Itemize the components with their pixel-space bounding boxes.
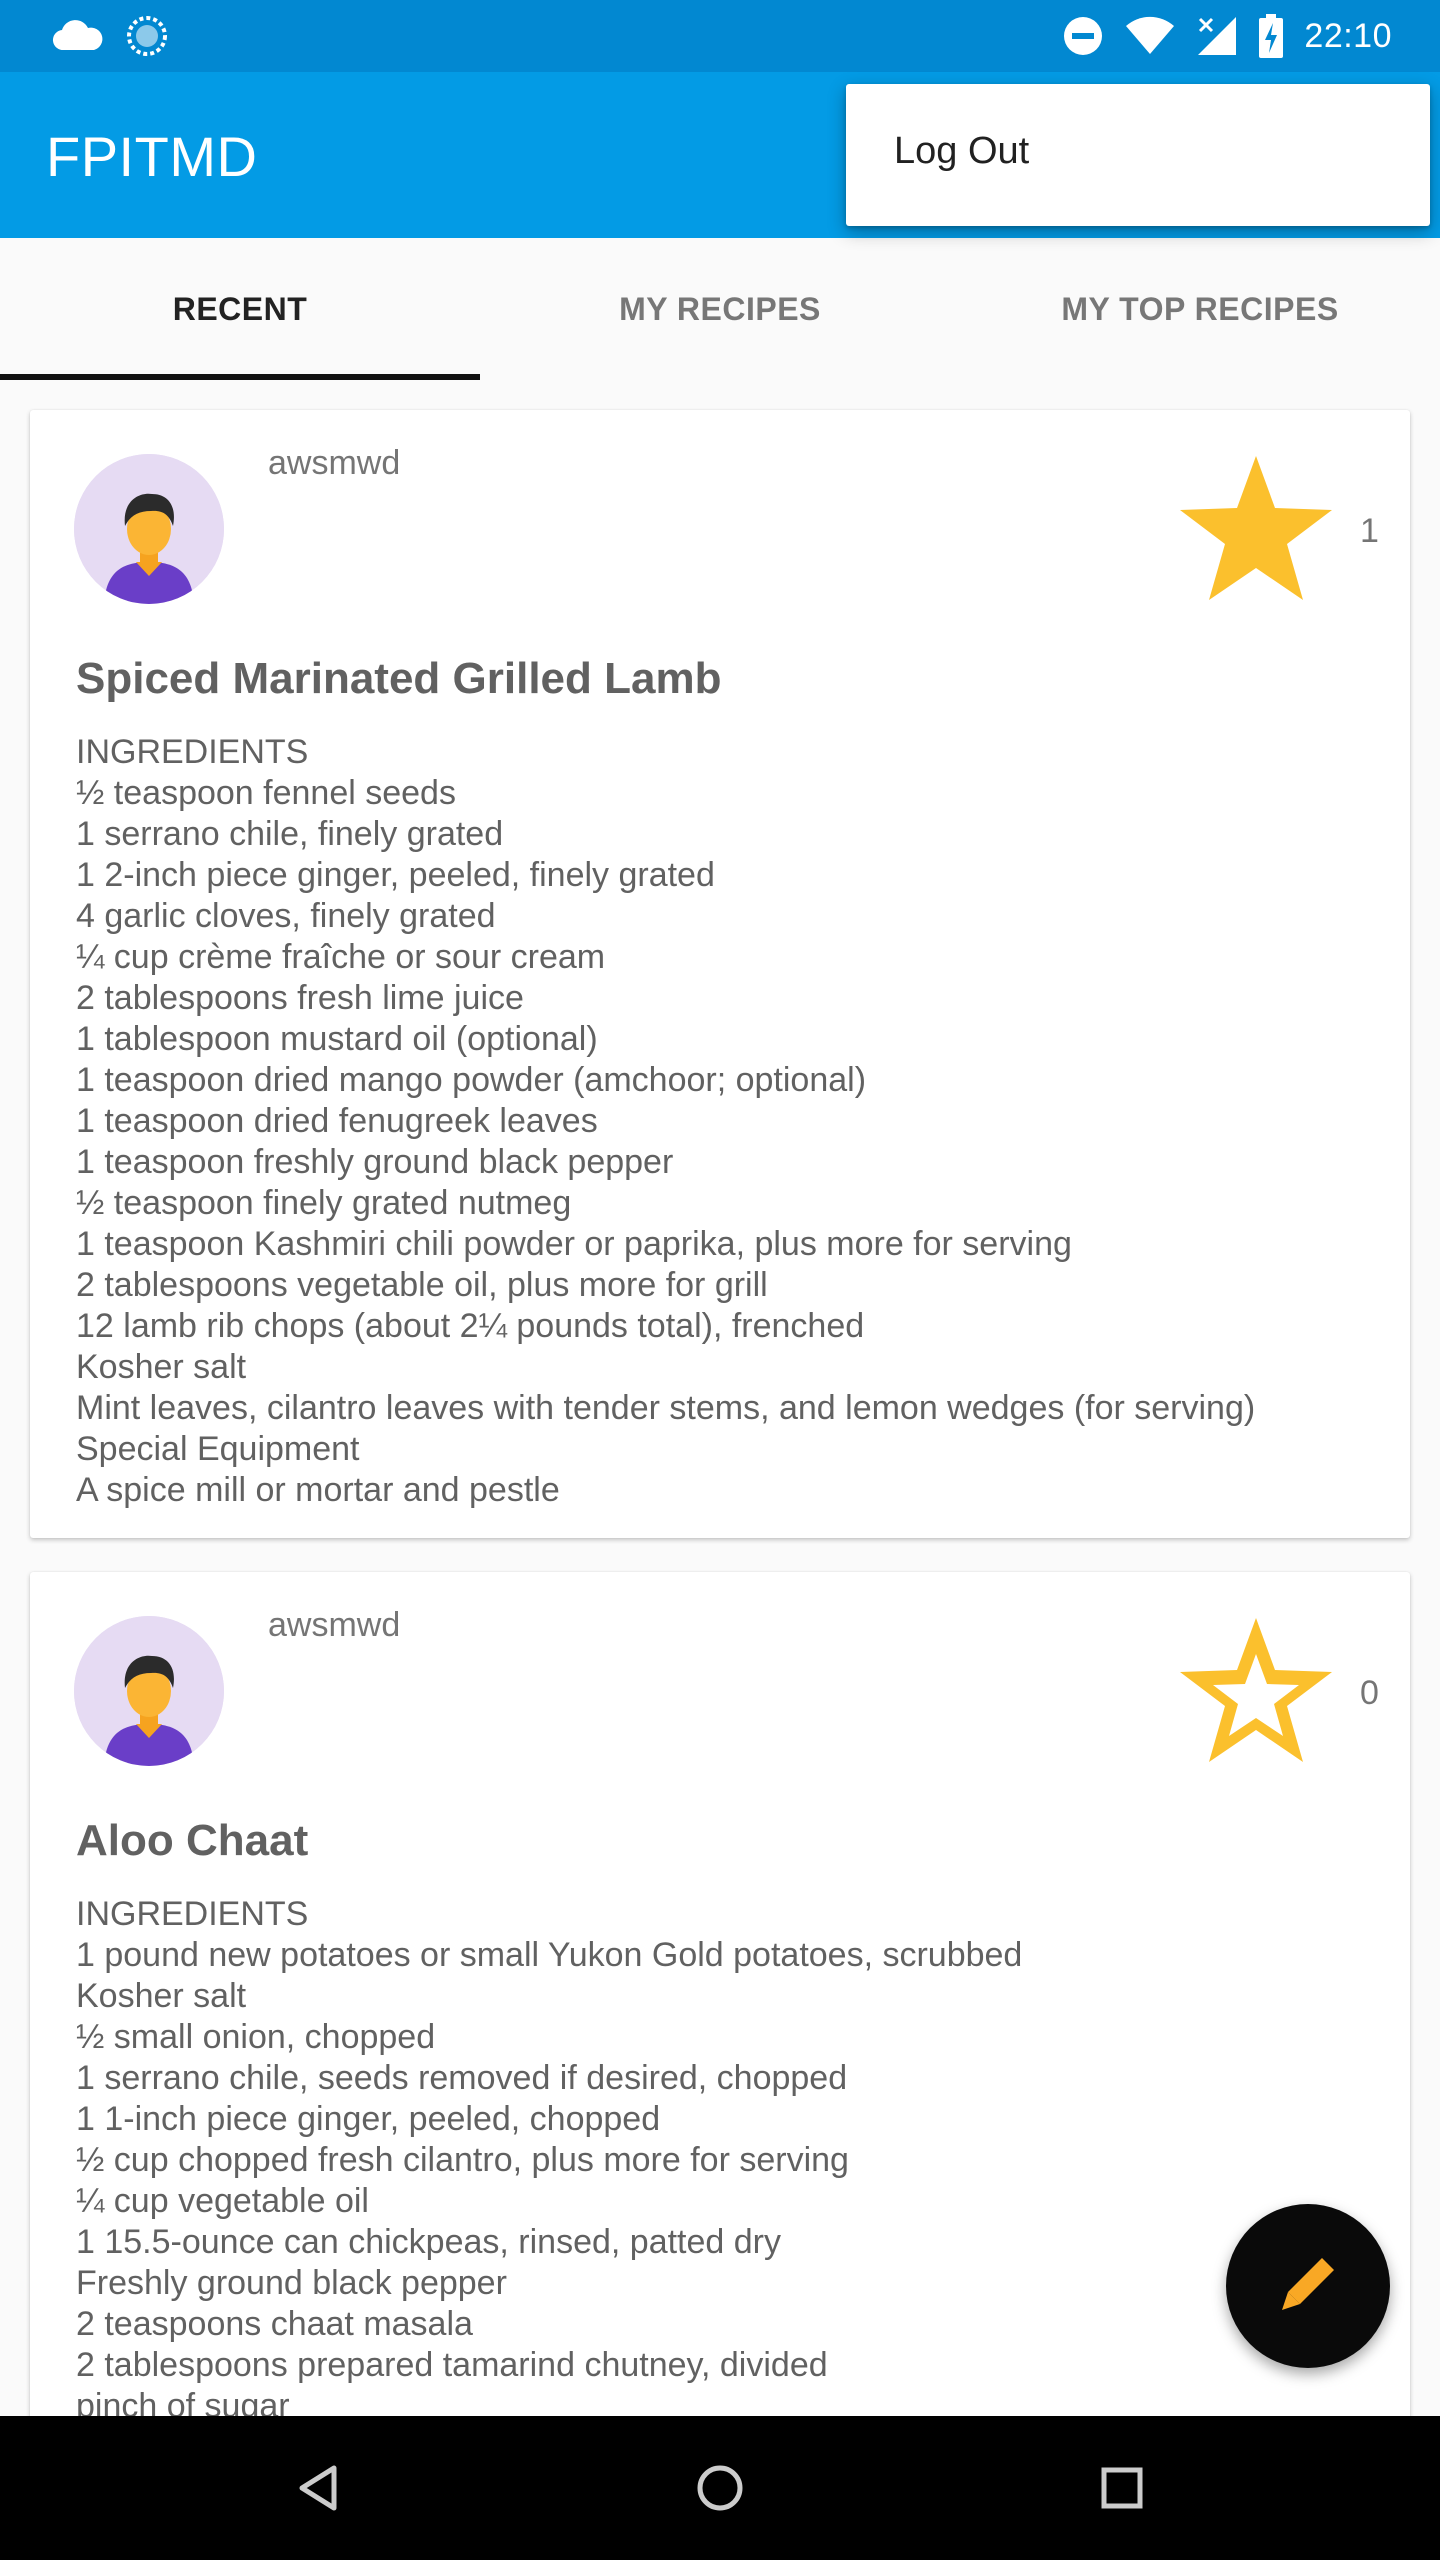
recipe-line: 2 tablespoons vegetable oil, plus more f…: [76, 1266, 768, 1304]
recipe-title: Aloo Chaat: [76, 1816, 309, 1865]
status-bar: 22:10: [0, 0, 1440, 72]
recipe-line: 2 tablespoons fresh lime juice: [76, 979, 524, 1017]
system-nav-bar: [0, 2416, 1440, 2560]
avatar[interactable]: [74, 1616, 224, 1766]
recipe-line: A spice mill or mortar and pestle: [76, 1471, 560, 1509]
avatar[interactable]: [74, 454, 224, 604]
do-not-disturb-icon: [1062, 15, 1104, 57]
recipe-line: 1 pound new potatoes or small Yukon Gold…: [76, 1936, 1023, 1974]
recipe-line: 1 15.5-ounce can chickpeas, rinsed, patt…: [76, 2223, 781, 2261]
recipe-line: 1 teaspoon freshly ground black pepper: [76, 1143, 674, 1181]
recipe-title: Spiced Marinated Grilled Lamb: [76, 654, 722, 703]
recipe-line: ¼ cup crème fraîche or sour cream: [76, 938, 606, 976]
post-author: awsmwd: [268, 1606, 401, 1644]
home-icon[interactable]: [688, 2456, 752, 2520]
back-icon[interactable]: [286, 2456, 350, 2520]
menu-item-log-out[interactable]: Log Out: [894, 130, 1029, 173]
tab-my-top-recipes[interactable]: MY TOP RECIPES: [960, 238, 1440, 380]
status-time: 22:10: [1304, 16, 1392, 55]
recipe-line: 2 tablespoons prepared tamarind chutney,…: [76, 2346, 828, 2384]
recipe-body: INGREDIENTS ½ teaspoon fennel seeds 1 se…: [76, 732, 1386, 1511]
recipe-line: 1 1-inch piece ginger, peeled, chopped: [76, 2100, 661, 2138]
star-outline-icon[interactable]: [1172, 1612, 1340, 1772]
tab-bar: RECENT MY RECIPES MY TOP RECIPES: [0, 238, 1440, 380]
post-author: awsmwd: [268, 444, 401, 482]
app-title: FPITMD: [46, 125, 258, 188]
recipe-line: ½ teaspoon fennel seeds: [76, 774, 456, 812]
recipe-line: Kosher salt: [76, 1348, 247, 1386]
status-bar-system: 22:10: [1062, 12, 1392, 60]
recipe-line: 1 serrano chile, seeds removed if desire…: [76, 2059, 848, 2097]
wifi-icon: [1124, 16, 1176, 56]
recipe-line: Special Equipment: [76, 1430, 360, 1468]
star-count: 1: [1360, 512, 1379, 550]
recipe-line: 1 serrano chile, finely grated: [76, 815, 504, 853]
recipe-line: INGREDIENTS: [76, 1895, 309, 1933]
recipe-line: 1 2-inch piece ginger, peeled, finely gr…: [76, 856, 715, 894]
pencil-icon: [1276, 2252, 1340, 2321]
recipe-line: ½ small onion, chopped: [76, 2018, 436, 2056]
compose-button[interactable]: [1226, 2204, 1390, 2368]
sync-icon: [126, 15, 168, 57]
recipe-feed[interactable]: awsmwd 1 Spiced Marinated Grilled Lamb I…: [0, 380, 1440, 2416]
recents-icon[interactable]: [1090, 2456, 1154, 2520]
cell-signal-icon: [1196, 15, 1238, 57]
battery-charging-icon: [1258, 14, 1284, 58]
tab-my-recipes[interactable]: MY RECIPES: [480, 238, 960, 380]
overflow-menu: Log Out: [846, 84, 1430, 226]
star-filled-icon[interactable]: [1172, 450, 1340, 610]
recipe-line: pinch of sugar: [76, 2387, 290, 2416]
recipe-line: 12 lamb rib chops (about 2¼ pounds total…: [76, 1307, 865, 1345]
star-count: 0: [1360, 1674, 1379, 1712]
recipe-line: 1 teaspoon Kashmiri chili powder or papr…: [76, 1225, 1072, 1263]
recipe-line: 4 garlic cloves, finely grated: [76, 897, 496, 935]
recipe-line: ¼ cup vegetable oil: [76, 2182, 369, 2220]
recipe-line: Freshly ground black pepper: [76, 2264, 507, 2302]
tab-recent[interactable]: RECENT: [0, 238, 480, 380]
recipe-line: INGREDIENTS: [76, 733, 309, 771]
recipe-line: 1 teaspoon dried fenugreek leaves: [76, 1102, 598, 1140]
recipe-line: 1 teaspoon dried mango powder (amchoor; …: [76, 1061, 867, 1099]
recipe-line: Mint leaves, cilantro leaves with tender…: [76, 1389, 1256, 1427]
recipe-card[interactable]: awsmwd 1 Spiced Marinated Grilled Lamb I…: [30, 410, 1410, 1538]
recipe-line: Kosher salt: [76, 1977, 247, 2015]
recipe-line: 2 teaspoons chaat masala: [76, 2305, 473, 2343]
status-bar-notifications: [50, 14, 168, 58]
cloud-icon: [50, 18, 104, 54]
recipe-line: ½ cup chopped fresh cilantro, plus more …: [76, 2141, 849, 2179]
recipe-line: ½ teaspoon finely grated nutmeg: [76, 1184, 572, 1222]
recipe-body: INGREDIENTS 1 pound new potatoes or smal…: [76, 1894, 1386, 2416]
recipe-line: 1 tablespoon mustard oil (optional): [76, 1020, 598, 1058]
recipe-card[interactable]: awsmwd 0 Aloo Chaat INGREDIENTS 1 pound …: [30, 1572, 1410, 2416]
